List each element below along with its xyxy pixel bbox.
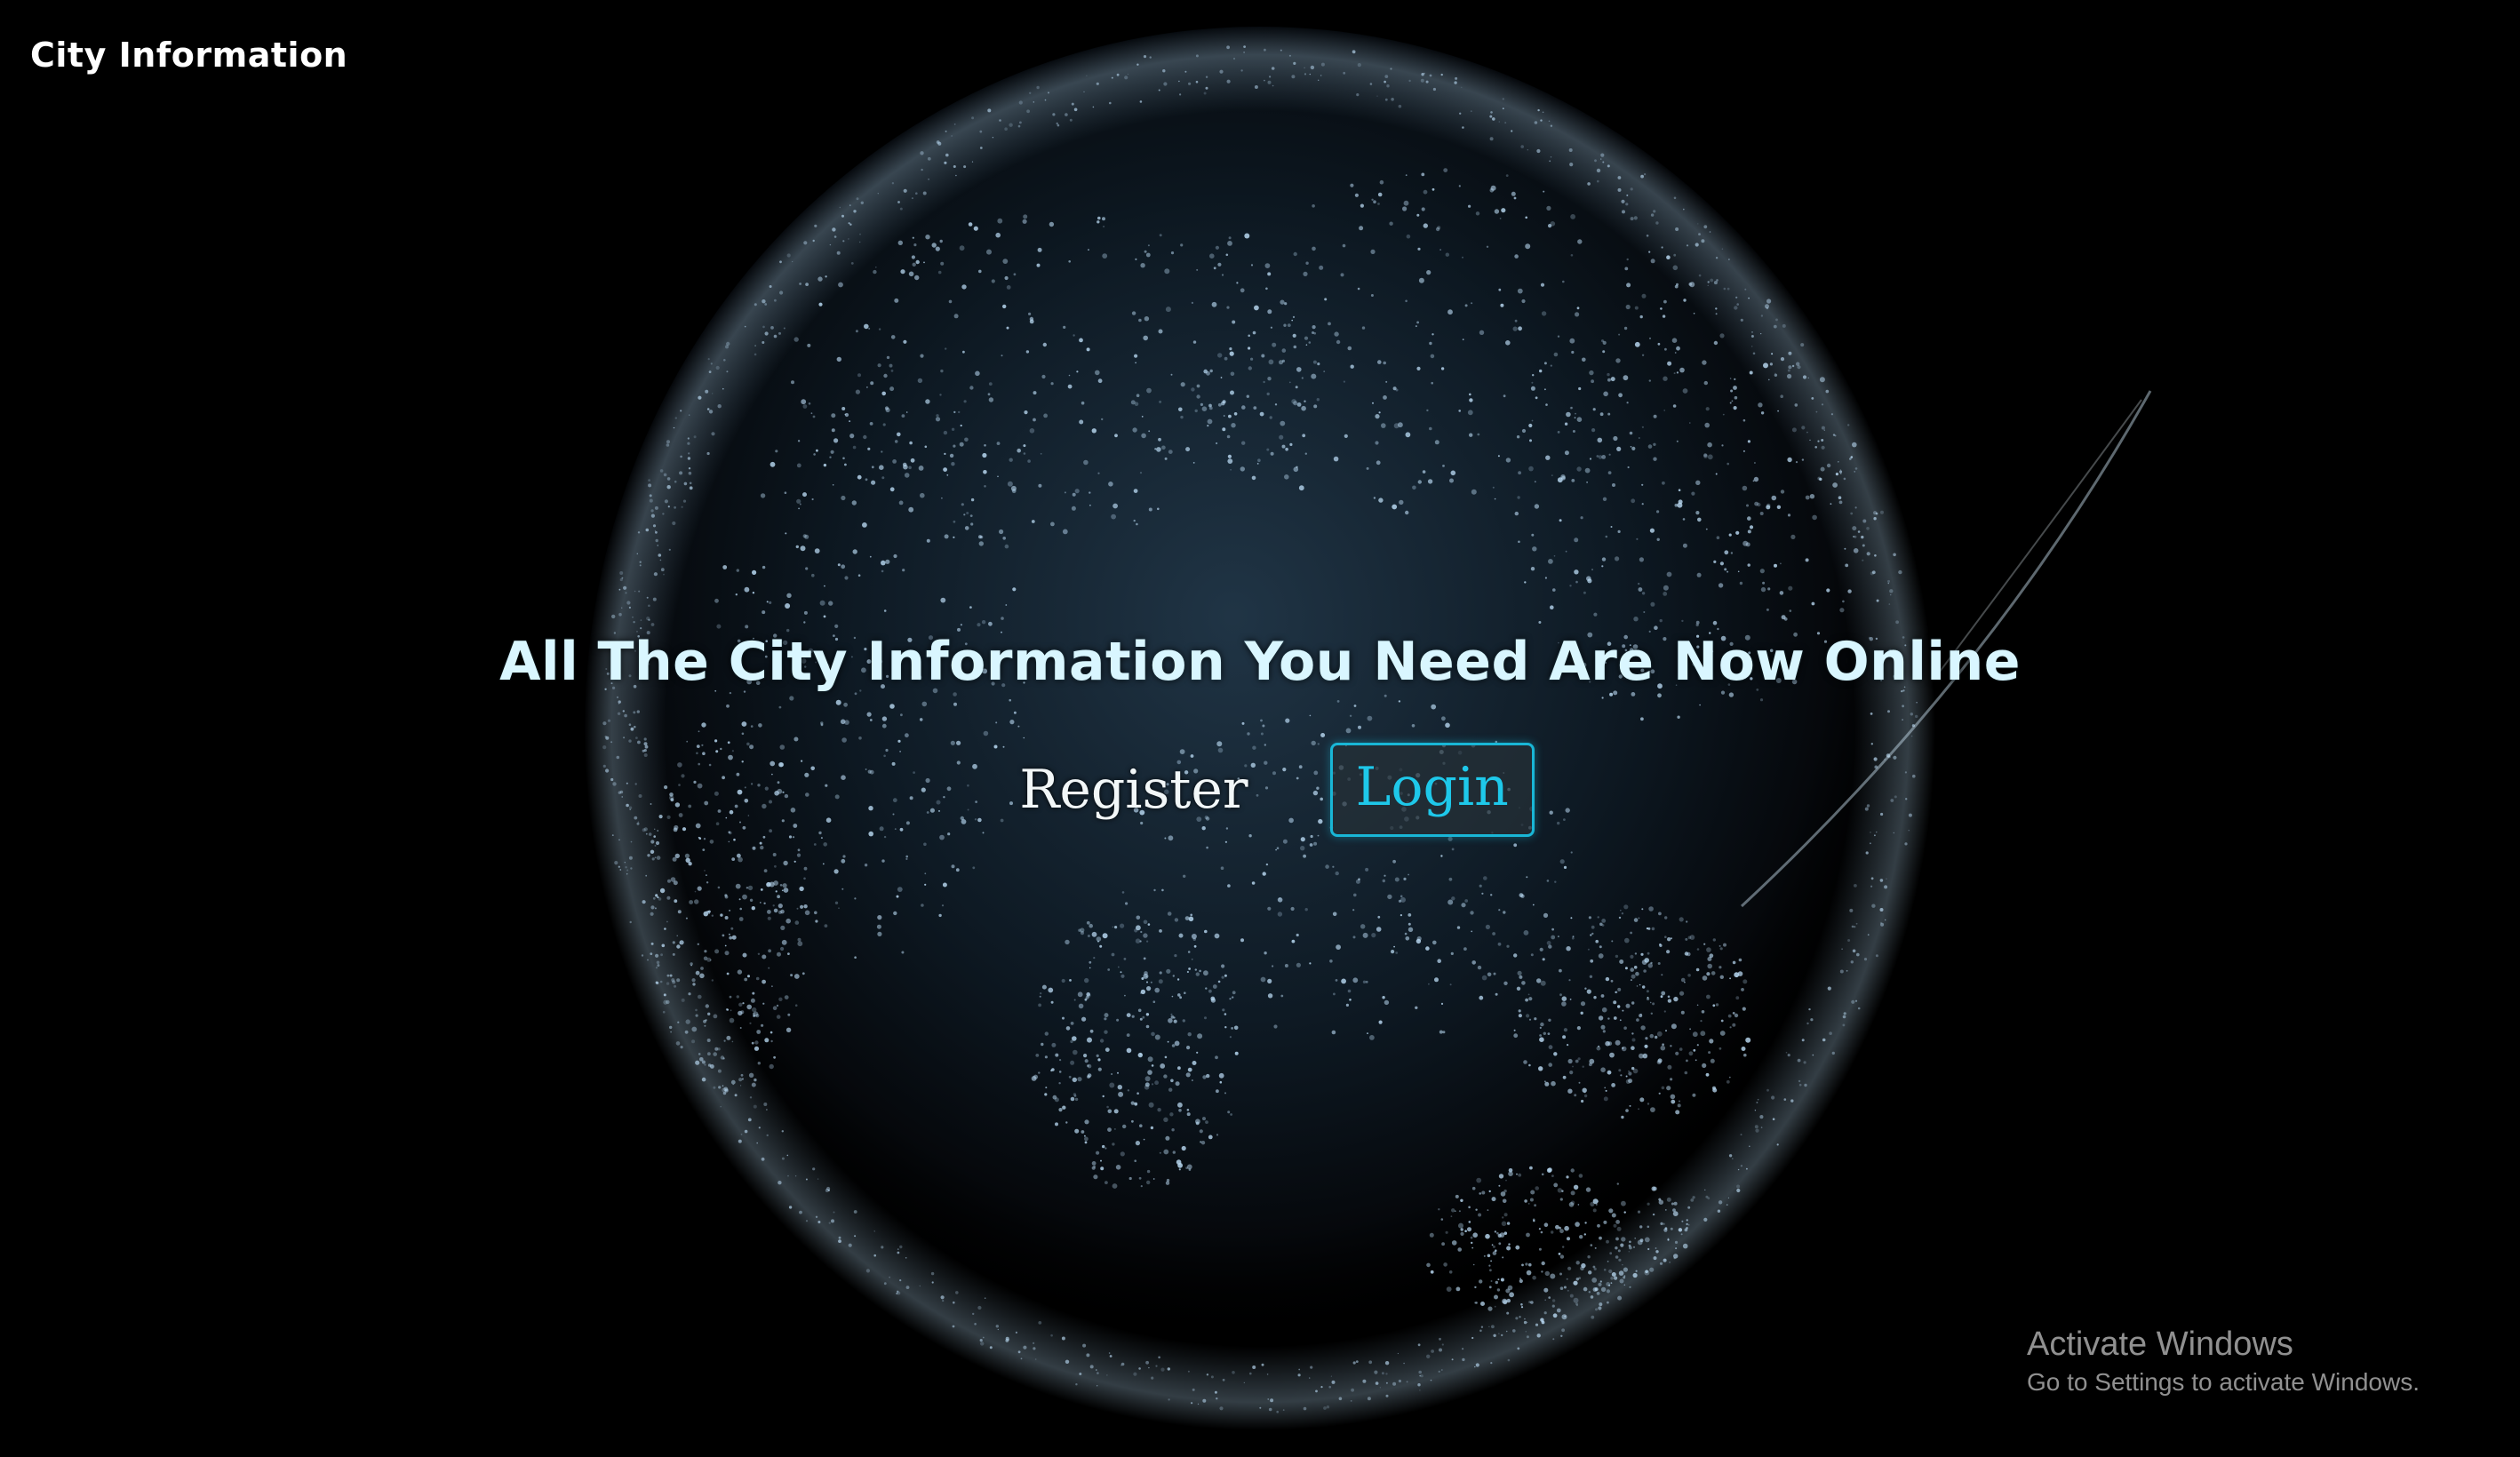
site-brand: City Information bbox=[30, 36, 348, 75]
login-button[interactable]: Login bbox=[1329, 743, 1535, 837]
hero-headline: All The City Information You Need Are No… bbox=[499, 631, 2021, 694]
earth-globe-image bbox=[585, 27, 2152, 1430]
hero-actions: Register Login bbox=[0, 743, 2520, 837]
register-button[interactable]: Register bbox=[1001, 743, 1265, 837]
windows-activation-watermark: Activate Windows Go to Settings to activ… bbox=[2027, 1324, 2420, 1400]
watermark-subtitle: Go to Settings to activate Windows. bbox=[2027, 1368, 2420, 1396]
globe-rim bbox=[585, 27, 1935, 1430]
hero-background: City Information All The City Informatio… bbox=[0, 0, 2520, 1457]
watermark-title: Activate Windows bbox=[2027, 1326, 2293, 1363]
